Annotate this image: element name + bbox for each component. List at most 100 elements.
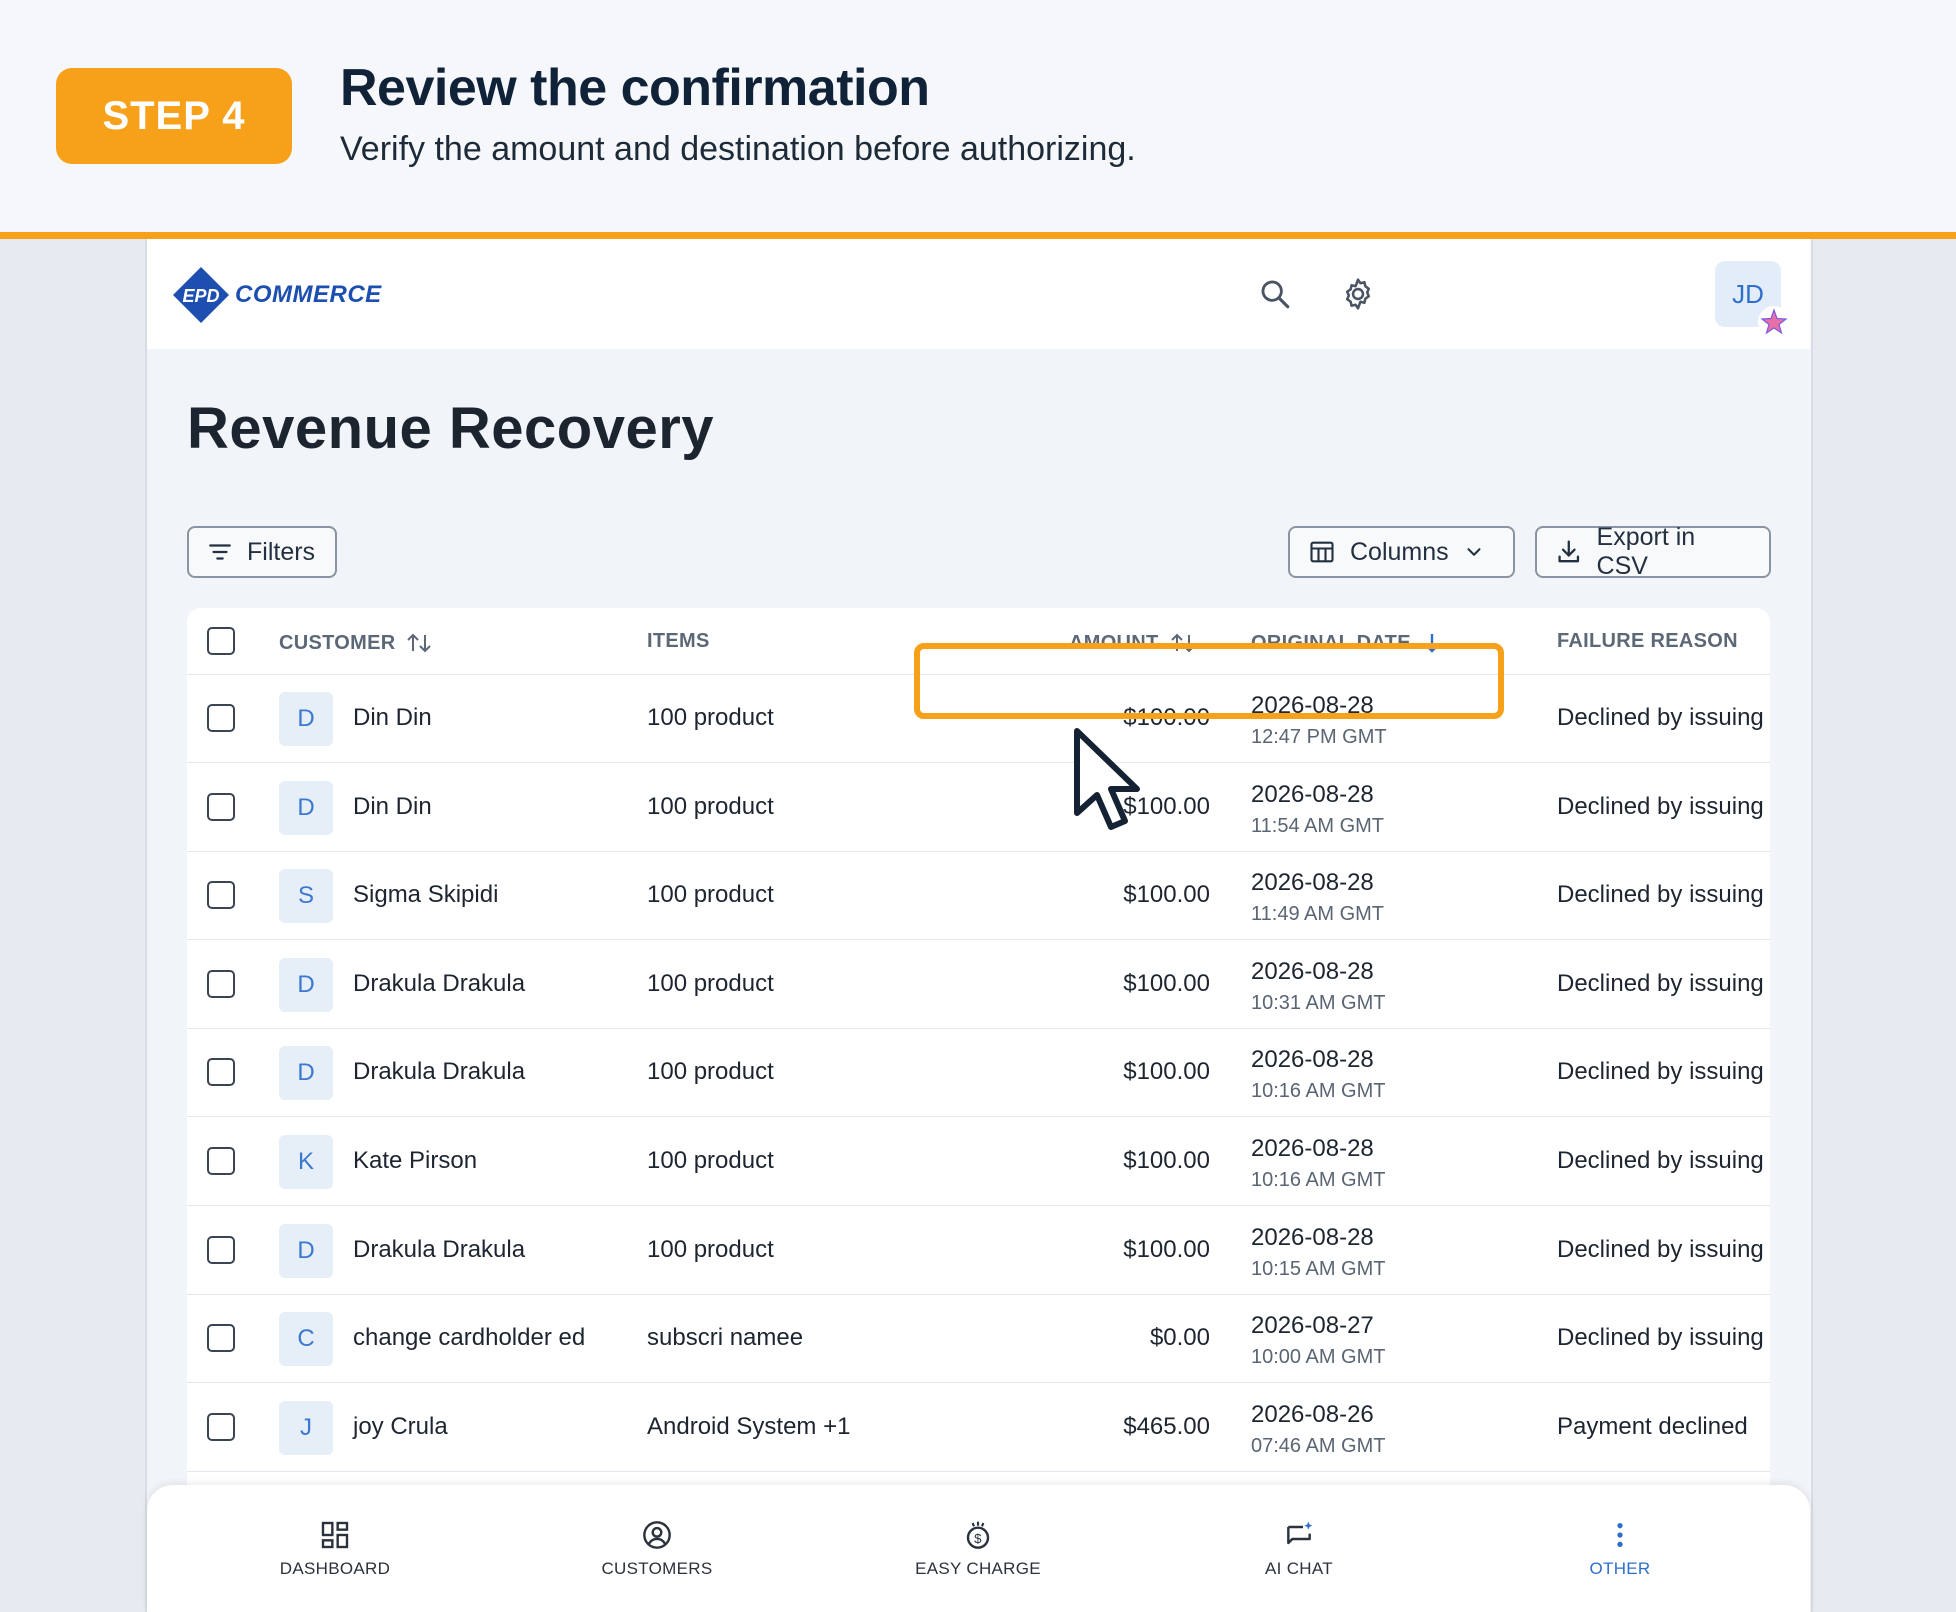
- row-checkbox[interactable]: [207, 1324, 235, 1353]
- customer-initial-avatar: J: [279, 1400, 333, 1455]
- failure-reason-cell: Declined by issuing: [1557, 1235, 1764, 1263]
- column-header-items[interactable]: ITEMS: [647, 630, 710, 653]
- items-cell: 100 product: [647, 1147, 774, 1174]
- select-all-checkbox[interactable]: [207, 627, 235, 655]
- row-checkbox[interactable]: [207, 792, 235, 821]
- nav-dashboard[interactable]: DASHBOARD: [235, 1519, 435, 1579]
- time-cell: 11:54 AM GMT: [1251, 814, 1385, 837]
- customer-name[interactable]: Sigma Skipidi: [353, 881, 498, 909]
- failure-reason-cell: Declined by issuing: [1557, 1147, 1764, 1174]
- export-csv-button[interactable]: Export in CSV: [1535, 523, 1771, 580]
- nav-customers[interactable]: CUSTOMERS: [557, 1519, 757, 1579]
- export-csv-label: Export in CSV: [1596, 523, 1696, 580]
- failure-reason-cell: Declined by issuing: [1557, 881, 1764, 909]
- customer-name[interactable]: Drakula Drakula: [353, 1058, 525, 1086]
- row-checkbox[interactable]: [207, 1058, 235, 1087]
- customer-name[interactable]: Kate Pirson: [353, 1147, 477, 1175]
- svg-text:$: $: [974, 1531, 982, 1546]
- top-bar: EPD COMMERCE JD: [147, 239, 1810, 349]
- nav-ai-chat[interactable]: AI CHAT: [1199, 1519, 1399, 1579]
- nav-other-label: OTHER: [1589, 1559, 1651, 1578]
- table-row[interactable]: K Kate Pirson 100 product $100.00 2026-08-28…: [187, 1117, 1770, 1206]
- table-row[interactable]: D Din Din 100 product $100.00 2026-08-28 11:5…: [187, 763, 1770, 852]
- column-header-customer[interactable]: CUSTOMER: [279, 630, 433, 656]
- table-row[interactable]: S Sigma Skipidi 100 product $100.00 2026-08-…: [187, 851, 1770, 941]
- time-cell: 12:47 PM GMT: [1251, 726, 1387, 748]
- date-cell: 2026-08-28: [1251, 1135, 1374, 1162]
- app-window: EPD COMMERCE JD Revenue Recovery Filters…: [147, 239, 1810, 1612]
- customer-initial-avatar: D: [279, 1223, 333, 1278]
- customer-initial-avatar: K: [279, 1135, 333, 1189]
- amount-cell: $100.00: [1123, 1058, 1210, 1086]
- sort-icon: [407, 633, 432, 653]
- customer-initial-avatar: D: [279, 692, 333, 746]
- items-cell: 100 product: [647, 1235, 774, 1263]
- row-checkbox[interactable]: [207, 1235, 235, 1264]
- nav-easy-charge[interactable]: $ EASY CHARGE: [878, 1519, 1078, 1579]
- date-cell: 2026-08-28: [1251, 869, 1374, 897]
- column-header-failure-reason[interactable]: FAILURE REASON: [1557, 630, 1738, 653]
- logo-mark-text: EPD: [182, 286, 219, 306]
- filters-label: Filters: [247, 537, 316, 566]
- search-button[interactable]: [1250, 269, 1300, 319]
- amount-cell: $465.00: [1123, 1412, 1210, 1440]
- customer-name[interactable]: Din Din: [353, 793, 432, 821]
- right-gutter: [1811, 239, 1956, 1612]
- items-cell: subscri namee: [647, 1324, 804, 1352]
- row-checkbox[interactable]: [207, 1147, 235, 1175]
- table-row[interactable]: D Drakula Drakula 100 product $100.00 2026-0…: [187, 1206, 1770, 1295]
- sparkle-badge-icon: [1758, 306, 1790, 338]
- amount-cell: $100.00: [1123, 881, 1210, 909]
- items-cell: Android System +1: [647, 1412, 851, 1440]
- customer-name[interactable]: Din Din: [353, 704, 432, 732]
- items-cell: 100 product: [647, 704, 774, 731]
- dashboard-icon: [321, 1521, 349, 1549]
- filters-button[interactable]: Filters: [187, 526, 337, 578]
- row-checkbox[interactable]: [207, 881, 235, 910]
- date-cell: 2026-08-28: [1251, 1046, 1374, 1074]
- nav-dashboard-label: DASHBOARD: [279, 1559, 391, 1578]
- customer-name[interactable]: Drakula Drakula: [353, 1236, 525, 1264]
- logo[interactable]: EPD COMMERCE: [171, 265, 381, 325]
- settings-button[interactable]: [1333, 269, 1383, 319]
- table-row[interactable]: D Drakula Drakula 100 product $100.00 2026-0…: [187, 1028, 1770, 1118]
- customer-name[interactable]: joy Crula: [353, 1413, 448, 1441]
- left-gutter: [0, 239, 147, 1612]
- columns-dropdown[interactable]: Columns: [1288, 526, 1515, 578]
- time-cell: 10:16 AM GMT: [1251, 1169, 1386, 1191]
- customer-name[interactable]: Drakula Drakula: [353, 970, 525, 998]
- customer-name[interactable]: change cardholder ed: [353, 1324, 585, 1352]
- amount-cell: $0.00: [1149, 1324, 1210, 1352]
- gear-icon: [1345, 278, 1371, 310]
- failure-reason-cell: Declined by issuing: [1557, 792, 1764, 820]
- row-checkbox[interactable]: [207, 969, 235, 998]
- filter-icon: [209, 544, 231, 560]
- table-row[interactable]: D Drakula Drakula 100 product $100.00 2026-0…: [187, 940, 1770, 1029]
- chat-sparkle-icon: [1287, 1521, 1313, 1545]
- date-cell: 2026-08-27: [1251, 1312, 1374, 1340]
- logo-mark-icon: EPD: [173, 267, 229, 323]
- logo-text: COMMERCE: [235, 281, 382, 308]
- date-cell: 2026-08-28: [1251, 957, 1374, 985]
- failure-reason-cell: Declined by issuing: [1557, 1324, 1764, 1352]
- time-cell: 10:15 AM GMT: [1251, 1257, 1386, 1280]
- columns-icon: [1310, 541, 1334, 563]
- table-row[interactable]: Cchange cardholder ed subscri namee $0.00 2…: [187, 1294, 1770, 1384]
- row-checkbox[interactable]: [207, 704, 235, 732]
- time-cell: 10:00 AM GMT: [1251, 1346, 1386, 1369]
- row-checkbox[interactable]: [207, 1412, 235, 1441]
- date-cell: 2026-08-26: [1251, 1400, 1374, 1428]
- table-row[interactable]: Jjoy Crula Android System +1 $465.00 2026-0…: [187, 1383, 1770, 1472]
- amount-cell: $100.00: [1123, 969, 1210, 997]
- failure-reason-cell: Payment declined: [1557, 1412, 1748, 1440]
- failure-reason-cell: Declined by issuing: [1557, 704, 1764, 731]
- failure-reason-cell: Declined by issuing: [1557, 969, 1764, 997]
- time-cell: 11:49 AM GMT: [1251, 903, 1385, 926]
- mouse-cursor-icon: [1074, 728, 1140, 830]
- nav-other[interactable]: OTHER: [1520, 1519, 1720, 1579]
- customer-initial-avatar: D: [279, 957, 333, 1012]
- transactions-table: CUSTOMER ITEMS AMOUNT ORIGINAL DATE FAIL…: [187, 608, 1770, 1612]
- items-cell: 100 product: [647, 881, 774, 909]
- customer-initial-avatar: D: [279, 1046, 333, 1101]
- search-icon: [1261, 280, 1290, 309]
